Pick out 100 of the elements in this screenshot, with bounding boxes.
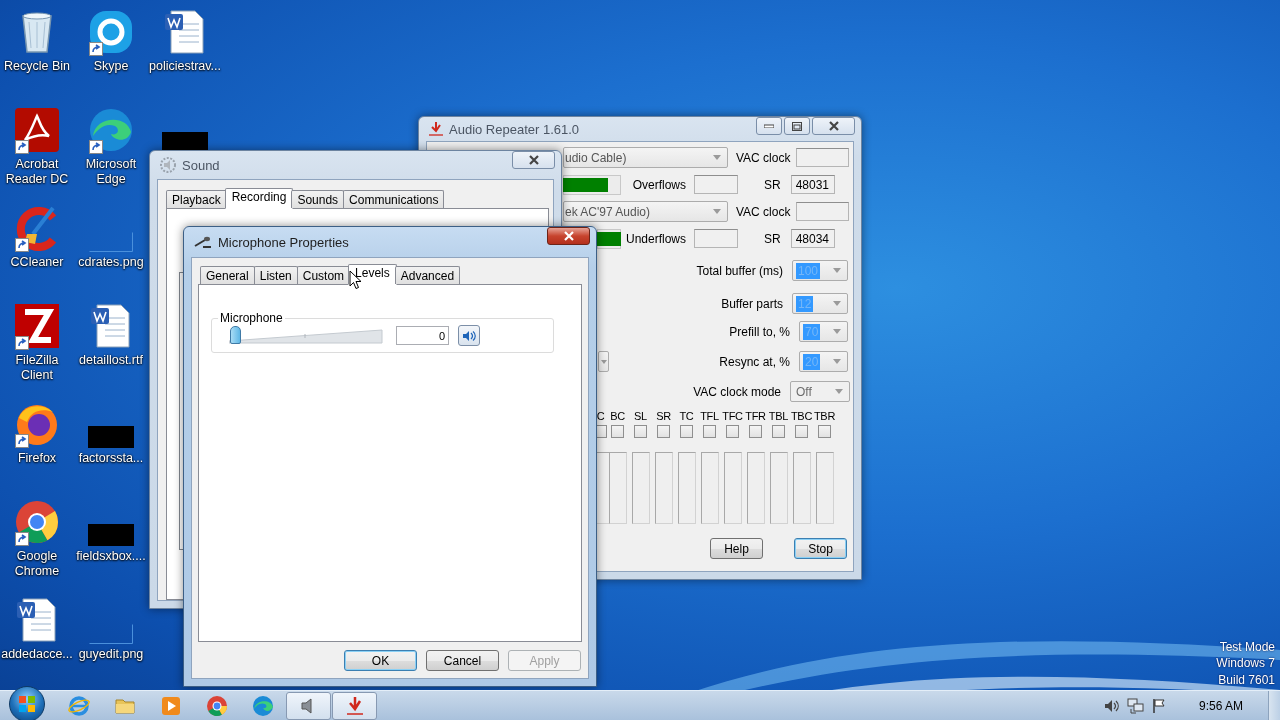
redacted-icon	[88, 426, 134, 448]
dropdown[interactable]: Off	[790, 381, 850, 402]
tab[interactable]: Communications	[343, 190, 445, 208]
close-icon	[527, 155, 540, 165]
desktop-icon-label[interactable]: Google Chrome	[14, 549, 60, 579]
desktop-icon-label[interactable]: guyedit.png	[78, 647, 144, 662]
microphone-icon	[193, 234, 213, 250]
setting-label: Prefill to, %	[729, 324, 790, 339]
desktop-icon-label[interactable]: addedacce...	[1, 647, 73, 662]
desktop-icon-label[interactable]: Acrobat Reader DC	[5, 157, 69, 187]
dialog-button[interactable]: Cancel	[426, 650, 499, 671]
dialog-button[interactable]: Help	[710, 538, 763, 559]
desktop-icon-label[interactable]: Microsoft Edge	[85, 157, 137, 187]
desktop-icon-label[interactable]: Recycle Bin	[4, 59, 70, 74]
setting-label: Resync at, %	[719, 354, 790, 369]
system-notice-text: Test Mode	[1219, 638, 1275, 655]
desktop-icon-label[interactable]: fieldsxbox....	[76, 549, 146, 564]
tab[interactable]: Advanced	[394, 266, 461, 284]
channel-checkbox[interactable]	[634, 425, 647, 438]
channel-checkbox[interactable]	[772, 425, 785, 438]
device-dropdown[interactable]: ek AC'97 Audio)	[563, 201, 728, 222]
channel-checkbox[interactable]	[611, 425, 624, 438]
channel-label: SR	[656, 409, 671, 423]
skype-icon	[87, 8, 135, 56]
desktop-icon-label[interactable]: Firefox	[17, 451, 57, 466]
window-title: Sound	[182, 157, 221, 173]
show-desktop-button[interactable]	[1268, 690, 1280, 720]
redacted-icon	[88, 524, 134, 546]
desktop-icon-label[interactable]: Skype	[93, 59, 129, 74]
channel-meter	[677, 452, 696, 524]
network-icon[interactable]	[1127, 697, 1145, 714]
channel-label: SL	[634, 409, 647, 423]
channel-meter	[654, 452, 673, 524]
start-button[interactable]	[9, 685, 45, 720]
tab[interactable]: Recording	[224, 188, 294, 209]
caret-icon	[833, 359, 841, 364]
channel-checkbox[interactable]	[657, 425, 670, 438]
clock-label: VAC clock	[736, 204, 792, 219]
channel-checkbox[interactable]	[818, 425, 831, 438]
desktop-icon-label[interactable]: factorssta...	[78, 451, 144, 466]
internet-explorer-icon	[67, 694, 90, 717]
desktop-icon-label[interactable]: FileZilla Client	[15, 353, 59, 383]
tab[interactable]: Sounds	[291, 190, 345, 208]
level-field[interactable]: 0	[396, 326, 449, 345]
sr-label: SR	[764, 231, 781, 246]
taskbar-button[interactable]	[332, 691, 377, 720]
desktop-icon-label[interactable]: policiestrav...	[149, 59, 221, 74]
chrome-icon	[205, 694, 228, 717]
speaker-icon	[462, 329, 476, 342]
slider-thumb[interactable]	[230, 326, 241, 344]
caret-icon	[833, 301, 841, 306]
caret-icon	[713, 155, 721, 160]
caret-icon	[833, 268, 841, 273]
channel-meter	[769, 452, 788, 524]
flag-icon[interactable]	[1152, 697, 1166, 714]
close-button[interactable]	[812, 117, 855, 135]
filezilla-icon	[13, 302, 61, 350]
maximize-button[interactable]	[784, 117, 810, 135]
channel-checkbox[interactable]	[726, 425, 739, 438]
dialog-button[interactable]: OK	[344, 650, 417, 671]
acrobat-icon	[13, 106, 61, 154]
tab[interactable]: Custom	[296, 266, 351, 284]
window-title: Microphone Properties	[218, 234, 350, 250]
mute-button[interactable]	[458, 325, 480, 346]
close-button[interactable]	[547, 227, 590, 245]
sr-label: SR	[764, 177, 781, 192]
channel-meter	[700, 452, 719, 524]
channel-meter	[792, 452, 811, 524]
clock[interactable]: 9:56 AM	[1181, 698, 1261, 713]
channel-label: TFR	[745, 409, 766, 423]
channel-checkbox[interactable]	[680, 425, 693, 438]
channel-label: TFC	[722, 409, 743, 423]
channel-checkbox[interactable]	[703, 425, 716, 438]
desktop-icon-label[interactable]: cdrates.png	[78, 255, 144, 270]
media-player-icon	[159, 694, 182, 717]
setting-label: VAC clock mode	[693, 384, 781, 399]
dropdown[interactable]	[598, 351, 609, 372]
volume-slider[interactable]	[229, 326, 383, 345]
taskbar-button[interactable]	[286, 691, 331, 720]
counter-label: Underflows	[624, 231, 686, 246]
clock-field	[796, 148, 849, 167]
tab[interactable]: General	[200, 266, 255, 284]
channel-checkbox[interactable]	[795, 425, 808, 438]
speaker-gear-icon	[159, 156, 177, 174]
desktop-icon-label[interactable]: CCleaner	[10, 255, 64, 270]
device-dropdown[interactable]: udio Cable)	[563, 147, 728, 168]
tab[interactable]: Playback	[166, 190, 227, 208]
group-label: Microphone	[219, 311, 284, 325]
window-title: Audio Repeater 1.61.0	[449, 121, 581, 137]
dialog-button[interactable]: Stop	[794, 538, 847, 559]
desktop-icon-label[interactable]: detaillost.rtf	[79, 353, 143, 368]
system-notice-text: Build 7601	[1218, 671, 1275, 688]
caret-icon	[833, 329, 841, 334]
close-button[interactable]	[512, 151, 555, 169]
channel-label: C	[596, 409, 605, 423]
sr-field: 48034	[790, 229, 835, 248]
tab[interactable]: Listen	[253, 266, 298, 284]
close-icon	[562, 231, 575, 241]
channel-checkbox[interactable]	[749, 425, 762, 438]
edge-icon	[87, 106, 135, 154]
